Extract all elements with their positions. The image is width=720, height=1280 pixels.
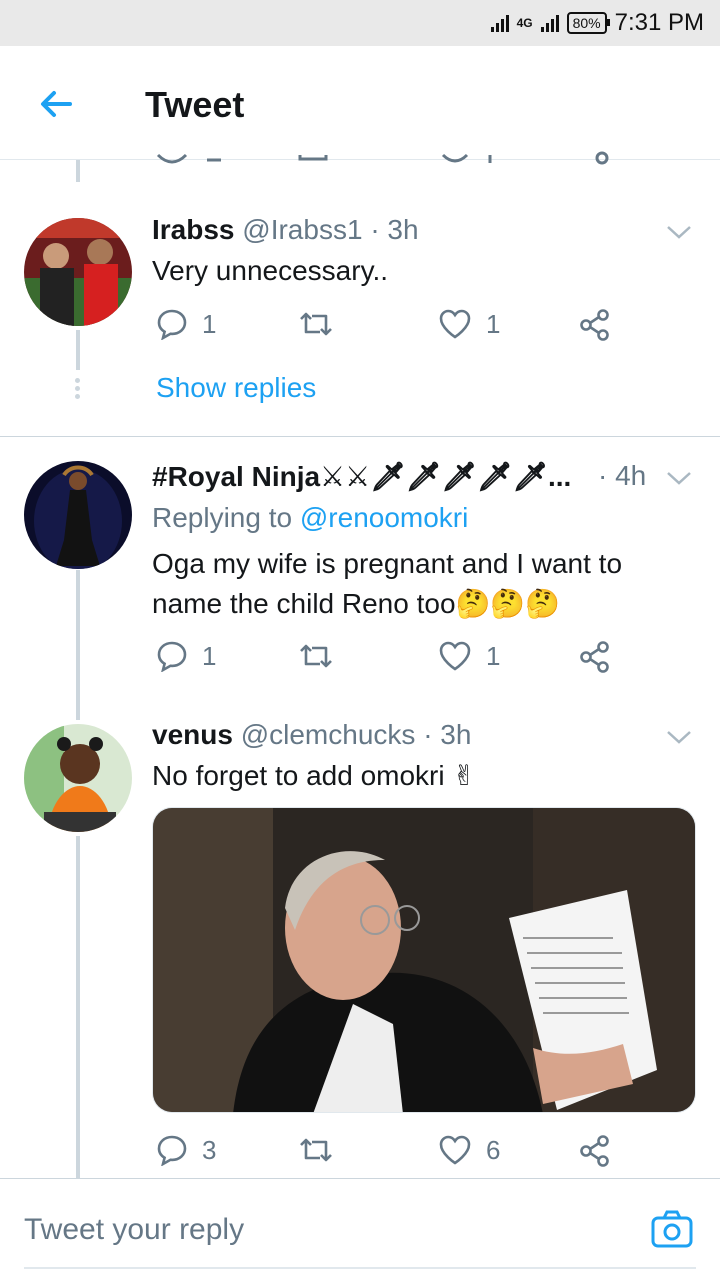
cell-signal-icon — [540, 14, 559, 32]
avatar[interactable] — [24, 724, 132, 832]
page-title: Tweet — [145, 84, 245, 125]
tweet-text: Very unnecessary.. — [152, 255, 389, 286]
heart-icon — [438, 1134, 472, 1166]
share-icon — [578, 308, 612, 342]
arrow-left-icon[interactable] — [36, 84, 76, 124]
reply-count: 3 — [202, 1134, 217, 1165]
share-icon — [578, 640, 612, 674]
like-button[interactable]: 1 — [438, 308, 500, 340]
reply-button[interactable]: 3 — [156, 1134, 216, 1166]
heart-icon — [438, 308, 472, 340]
share-icon — [578, 1134, 612, 1168]
handle[interactable]: @Irabss1 — [242, 214, 362, 245]
share-button[interactable] — [578, 1134, 612, 1168]
speech-bubble-icon — [156, 308, 188, 340]
chevron-down-icon[interactable] — [666, 224, 692, 240]
thread-line — [76, 836, 80, 1178]
reply-composer: Tweet your reply — [0, 1178, 720, 1280]
retweet-icon — [298, 1134, 334, 1166]
like-count: 1 — [486, 308, 501, 339]
network-type: 4G — [516, 16, 533, 30]
mention-link[interactable]: @renoomokri — [300, 502, 468, 533]
retweet-button[interactable] — [298, 640, 334, 672]
chevron-down-icon[interactable] — [666, 470, 692, 486]
speech-bubble-icon — [156, 1134, 188, 1166]
clock: 7:31 PM — [614, 9, 704, 36]
status-bar: 4G 80% 7:31 PM — [0, 0, 720, 46]
status-indicators: 4G 80% 7:31 PM — [490, 8, 704, 38]
chevron-down-icon[interactable] — [666, 729, 692, 745]
share-button[interactable] — [578, 640, 612, 674]
heart-icon — [438, 640, 472, 672]
thread-dots — [75, 378, 81, 402]
tweet-actions: 3 6 — [0, 1134, 720, 1174]
reply-button[interactable]: 1 — [156, 640, 216, 672]
reply-button[interactable]: 1 — [156, 308, 216, 340]
display-name[interactable]: #Royal Ninja⚔⚔🗡🗡🗡🗡🗡... — [152, 461, 571, 492]
like-button[interactable]: 6 — [438, 1134, 500, 1166]
tweet-text: Oga my wife is pregnant and I want to na… — [152, 548, 623, 619]
retweet-icon — [298, 640, 334, 672]
tweet-photo[interactable] — [152, 807, 696, 1113]
reply-count: 1 — [202, 308, 217, 339]
tweet-actions: 1 1 — [0, 640, 720, 680]
avatar[interactable] — [24, 461, 132, 569]
replying-to: Replying to @renoomokri — [152, 502, 468, 534]
show-replies-link[interactable]: Show replies — [156, 372, 316, 404]
replying-to-label: Replying to — [152, 502, 293, 533]
camera-icon[interactable] — [650, 1209, 694, 1249]
thread-divider — [0, 436, 720, 437]
share-button[interactable] — [578, 308, 612, 342]
tweet-actions: 1 1 — [0, 308, 720, 348]
app-bar: Tweet — [0, 46, 720, 160]
retweet-button[interactable] — [298, 1134, 334, 1166]
thread-line — [76, 160, 80, 182]
reply-input-underline — [24, 1267, 696, 1269]
display-name[interactable]: Irabss — [152, 214, 235, 245]
timestamp: · 4h — [598, 460, 647, 491]
retweet-button[interactable] — [298, 308, 334, 340]
tweet-text: No forget to add omokri ✌ — [152, 760, 476, 791]
previous-tweet-actions — [0, 150, 720, 170]
battery-indicator: 80% — [566, 12, 610, 34]
reply-count: 1 — [202, 640, 217, 671]
like-count: 1 — [486, 640, 501, 671]
reply-input[interactable]: Tweet your reply — [24, 1213, 244, 1247]
wifi-signal-icon — [490, 14, 509, 32]
display-name[interactable]: venus — [152, 719, 233, 750]
like-count: 6 — [486, 1134, 501, 1165]
like-button[interactable]: 1 — [438, 640, 500, 672]
timestamp: · 3h — [423, 719, 472, 750]
handle[interactable]: @clemchucks — [241, 719, 416, 750]
speech-bubble-icon — [156, 640, 188, 672]
retweet-icon — [298, 308, 334, 340]
timestamp: · 3h — [370, 214, 419, 245]
